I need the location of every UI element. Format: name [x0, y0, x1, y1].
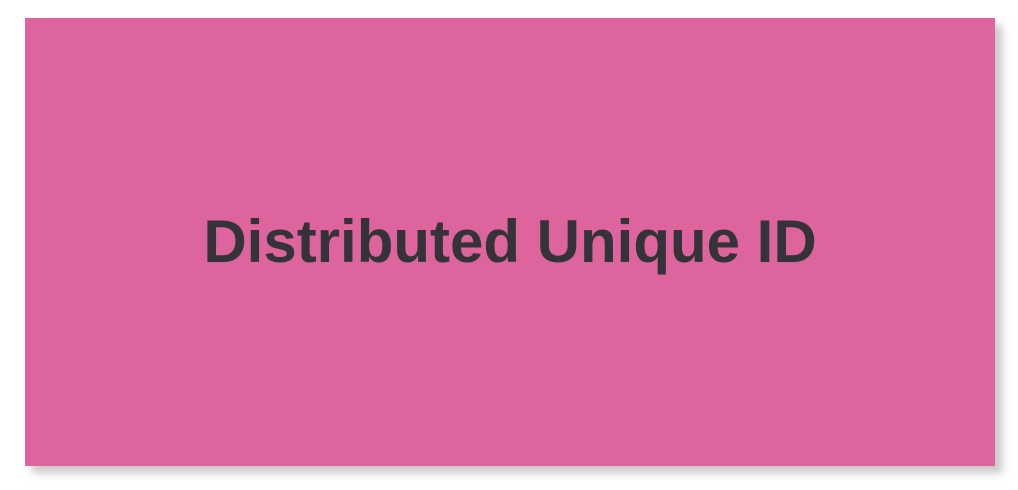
title-banner: Distributed Unique ID [25, 18, 995, 466]
banner-title: Distributed Unique ID [203, 208, 817, 275]
